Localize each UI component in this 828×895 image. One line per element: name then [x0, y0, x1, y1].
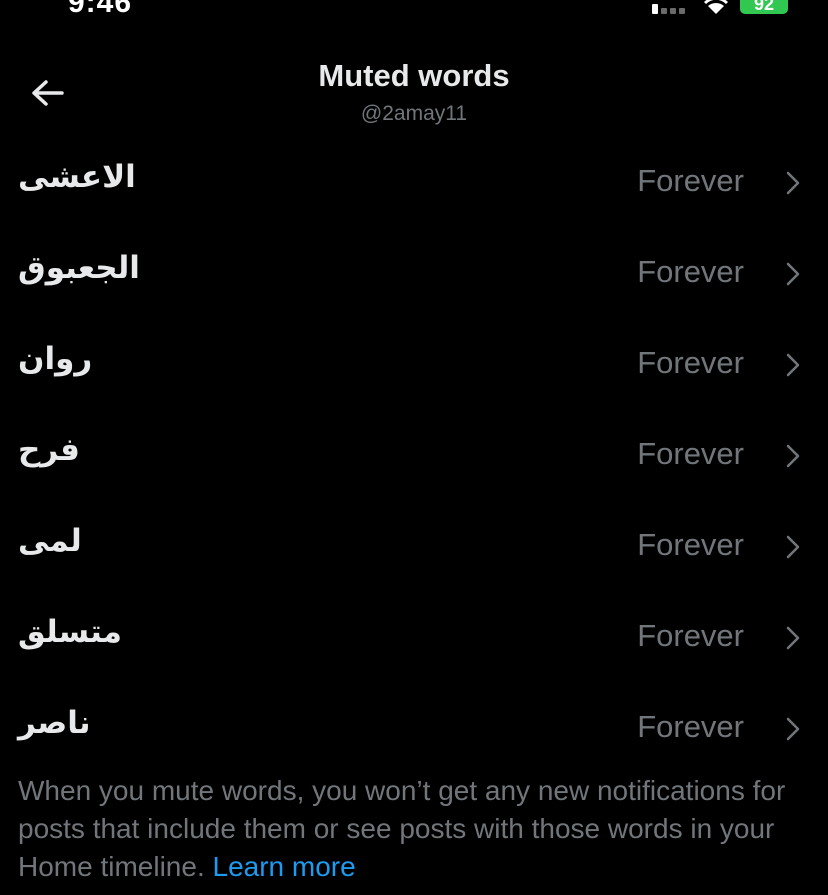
muted-words-list: الاعشى Forever الجعبوق Forever روان Fore…	[0, 137, 828, 774]
info-text: When you mute words, you won’t get any n…	[18, 775, 786, 882]
chevron-right-icon	[786, 626, 800, 650]
mute-duration: Forever	[637, 254, 744, 289]
muted-word-row[interactable]: الجعبوق Forever	[0, 228, 828, 319]
chevron-right-icon	[786, 262, 800, 286]
cellular-signal-icon	[652, 4, 690, 14]
mute-duration: Forever	[637, 163, 744, 198]
muted-word: لمى	[18, 523, 82, 558]
muted-word: روان	[18, 341, 93, 376]
chevron-right-icon	[786, 535, 800, 559]
muted-word-row[interactable]: روان Forever	[0, 319, 828, 410]
mute-duration: Forever	[637, 618, 744, 653]
account-handle: @2amay11	[360, 102, 468, 125]
muted-word: الاعشى	[18, 159, 136, 194]
page-title: Muted words	[318, 58, 510, 93]
learn-more-link[interactable]: Learn more	[213, 851, 356, 882]
chevron-right-icon	[786, 717, 800, 741]
mute-duration: Forever	[637, 709, 744, 744]
muted-word-row[interactable]: ناصر Forever	[0, 683, 828, 774]
status-bar: 9:46 92	[0, 0, 828, 20]
status-time: 9:46	[68, 0, 133, 19]
mute-duration: Forever	[637, 527, 744, 562]
header: Muted words @2amay11	[0, 50, 828, 140]
muted-word-row[interactable]: فرح Forever	[0, 410, 828, 501]
muted-word: فرح	[18, 432, 80, 467]
mute-duration: Forever	[637, 345, 744, 380]
chevron-right-icon	[786, 353, 800, 377]
muted-word-row[interactable]: متسلق Forever	[0, 592, 828, 683]
muted-words-info: When you mute words, you won’t get any n…	[18, 772, 818, 886]
mute-duration: Forever	[637, 436, 744, 471]
chevron-right-icon	[786, 171, 800, 195]
muted-word: ناصر	[18, 705, 91, 740]
wifi-icon	[704, 0, 728, 14]
battery-indicator: 92	[740, 0, 788, 14]
muted-word: متسلق	[18, 614, 122, 649]
muted-word-row[interactable]: لمى Forever	[0, 501, 828, 592]
muted-word-row[interactable]: الاعشى Forever	[0, 137, 828, 228]
muted-word: الجعبوق	[18, 250, 140, 285]
chevron-right-icon	[786, 444, 800, 468]
battery-level: 92	[753, 0, 775, 14]
